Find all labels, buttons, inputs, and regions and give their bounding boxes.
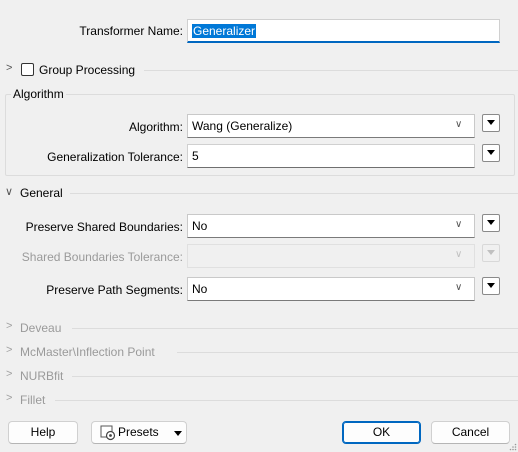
resize-grip-icon[interactable] [509, 443, 517, 451]
transformer-name-input[interactable]: Generalizer [187, 19, 500, 43]
general-section-title[interactable]: General [20, 186, 63, 200]
preserve-path-dropdown[interactable]: No ∨ [187, 277, 475, 301]
ok-button-label: OK [372, 425, 391, 439]
mcmaster-expand-icon[interactable]: > [6, 344, 12, 356]
algorithm-section-title: Algorithm [11, 87, 66, 101]
fillet-divider [55, 400, 518, 401]
preserve-path-value: No [192, 282, 208, 296]
preserve-shared-dropdown[interactable]: No ∨ [187, 214, 475, 238]
shared-tolerance-menu-button [482, 244, 500, 262]
tolerance-value: 5 [192, 149, 199, 163]
algorithm-dropdown[interactable]: Wang (Generalize) ∨ [187, 114, 475, 138]
nurbfit-section-title[interactable]: NURBfit [20, 369, 63, 383]
shared-tolerance-label: Shared Boundaries Tolerance: [21, 250, 183, 264]
preserve-path-label: Preserve Path Segments: [46, 283, 183, 297]
nurbfit-divider [72, 376, 518, 377]
preserve-path-menu-button[interactable] [482, 277, 500, 295]
chevron-down-icon: ∨ [455, 219, 463, 230]
algorithm-menu-button[interactable] [482, 114, 500, 132]
chevron-down-icon: ∨ [455, 249, 463, 260]
group-processing-label[interactable]: Group Processing [39, 63, 135, 77]
transformer-name-value: Generalizer [192, 24, 257, 38]
cancel-button-label: Cancel [451, 425, 490, 439]
transformer-name-label: Transformer Name: [79, 24, 183, 38]
presets-button-label: Presets [118, 425, 159, 439]
deveau-section-title[interactable]: Deveau [20, 321, 61, 335]
triangle-down-icon [174, 431, 182, 436]
general-collapse-icon[interactable]: ∨ [5, 185, 13, 198]
help-button[interactable]: Help [8, 421, 78, 444]
preserve-shared-label: Preserve Shared Boundaries: [25, 220, 183, 234]
help-button-label: Help [30, 425, 56, 439]
group-processing-checkbox[interactable] [21, 63, 34, 76]
mcmaster-divider [177, 352, 518, 353]
shared-tolerance-dropdown: ∨ [187, 244, 475, 268]
fillet-section-title[interactable]: Fillet [20, 393, 45, 407]
group-processing-expand-icon[interactable]: > [6, 62, 12, 74]
ok-button[interactable]: OK [342, 421, 421, 444]
deveau-divider [72, 328, 518, 329]
gear-icon [100, 425, 116, 441]
fillet-expand-icon[interactable]: > [6, 392, 12, 404]
cancel-button[interactable]: Cancel [431, 421, 510, 444]
general-divider [70, 193, 518, 194]
algorithm-dropdown-value: Wang (Generalize) [192, 119, 293, 133]
deveau-expand-icon[interactable]: > [6, 320, 12, 332]
group-processing-divider [144, 70, 518, 71]
mcmaster-section-title[interactable]: McMaster\Inflection Point [20, 345, 155, 359]
nurbfit-expand-icon[interactable]: > [6, 368, 12, 380]
tolerance-input[interactable]: 5 [187, 144, 475, 168]
chevron-down-icon: ∨ [455, 282, 463, 293]
chevron-down-icon: ∨ [455, 119, 463, 130]
preserve-shared-menu-button[interactable] [482, 214, 500, 232]
tolerance-menu-button[interactable] [482, 144, 500, 162]
algorithm-label: Algorithm: [128, 120, 183, 134]
presets-button[interactable]: Presets [91, 421, 187, 444]
tolerance-label: Generalization Tolerance: [47, 150, 183, 164]
preserve-shared-value: No [192, 219, 208, 233]
